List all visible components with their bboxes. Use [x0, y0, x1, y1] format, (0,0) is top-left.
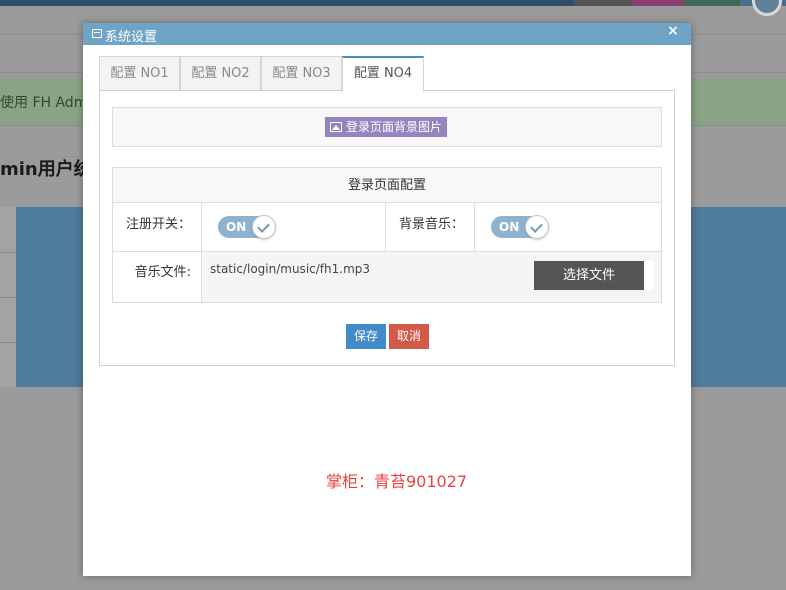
check-icon — [525, 215, 549, 239]
tab-config-no1[interactable]: 配置 NO1 — [99, 56, 180, 91]
watermark-text: 掌柜：青苔901027 — [326, 472, 468, 491]
background-alert-text: 使用 FH Admi — [0, 95, 92, 111]
music-file-value: static/login/music/fh1.mp3 — [210, 262, 371, 276]
check-icon — [252, 215, 276, 239]
tab-panel-no4: 登录页面背景图片 登录页面配置 注册开关： ON 背景音乐： ON 音乐文件: … — [99, 90, 675, 366]
dialog-title: 系统设置 — [105, 30, 158, 45]
login-config-table: 登录页面配置 注册开关： ON 背景音乐： ON 音乐文件: static/lo… — [112, 167, 662, 303]
bg-music-toggle-label: ON — [499, 220, 520, 234]
close-icon[interactable]: × — [666, 23, 680, 41]
tab-config-no3[interactable]: 配置 NO3 — [261, 56, 342, 91]
register-toggle-label: ON — [226, 220, 247, 234]
table-row: 注册开关： ON 背景音乐： ON — [113, 203, 661, 252]
tab-config-no2[interactable]: 配置 NO2 — [180, 56, 261, 91]
picture-icon — [330, 122, 342, 132]
cancel-button[interactable]: 取消 — [389, 324, 429, 349]
music-file-label: 音乐文件: — [113, 252, 201, 302]
background-top-bar — [0, 0, 786, 16]
window-icon — [92, 29, 102, 38]
login-bg-image-label: 登录页面背景图片 — [346, 120, 443, 134]
login-bg-image-button[interactable]: 登录页面背景图片 — [325, 117, 448, 137]
login-config-title: 登录页面配置 — [113, 168, 661, 203]
choose-file-button[interactable]: 选择文件 — [534, 261, 644, 290]
system-settings-dialog: 系统设置 × 配置 NO1 配置 NO2 配置 NO3 配置 NO4 登录页面背… — [83, 23, 691, 576]
bg-music-label: 背景音乐： — [386, 203, 474, 251]
register-toggle[interactable]: ON — [218, 215, 276, 239]
table-row: 音乐文件: static/login/music/fh1.mp3 选择文件 — [113, 252, 661, 302]
save-button[interactable]: 保存 — [346, 324, 386, 349]
bg-music-toggle[interactable]: ON — [491, 215, 549, 239]
register-switch-label: 注册开关： — [113, 203, 201, 251]
music-file-field[interactable]: static/login/music/fh1.mp3 选择文件 — [202, 252, 661, 302]
dialog-header: 系统设置 × — [83, 23, 691, 45]
bg-image-box: 登录页面背景图片 — [112, 107, 662, 147]
tab-config-no4[interactable]: 配置 NO4 — [342, 56, 424, 92]
config-tabs: 配置 NO1 配置 NO2 配置 NO3 配置 NO4 — [99, 56, 675, 92]
background-heading: min用户统 — [0, 159, 92, 180]
